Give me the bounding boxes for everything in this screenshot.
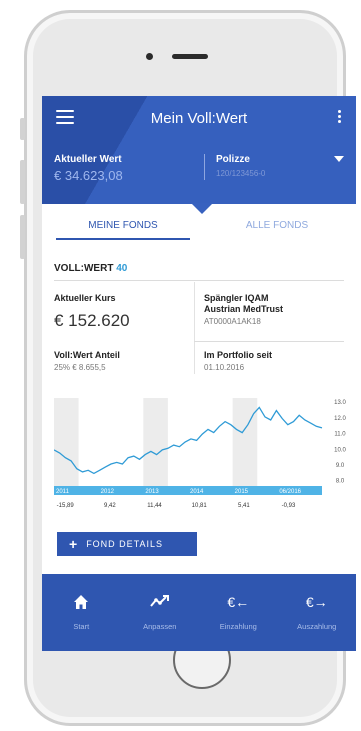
return-label: 9,42 bbox=[104, 503, 116, 509]
return-label: -15,89 bbox=[57, 503, 75, 509]
series-line bbox=[54, 406, 323, 475]
fund-name: Spängler IQAM Austrian MedTrust bbox=[204, 293, 283, 315]
divider bbox=[54, 280, 344, 281]
home-icon bbox=[73, 592, 89, 612]
y-tick-label: 12.0 bbox=[334, 416, 346, 422]
return-label: 5,41 bbox=[238, 503, 250, 509]
app-screen: Mein Voll:Wert Aktueller Wert € 34.623,0… bbox=[42, 96, 356, 651]
tab-all-funds[interactable]: ALLE FONDS bbox=[210, 214, 344, 231]
header-divider bbox=[204, 154, 205, 180]
nav-withdrawal[interactable]: €→ Auszahlung bbox=[278, 574, 357, 651]
price-label: Aktueller Kurs bbox=[54, 293, 116, 303]
nav-adjust[interactable]: Anpassen bbox=[121, 574, 200, 651]
fund-details-button[interactable]: + FOND DETAILS bbox=[57, 532, 197, 556]
volume-up-button bbox=[20, 160, 25, 204]
return-label: 11,44 bbox=[147, 503, 162, 509]
mute-switch bbox=[20, 118, 25, 140]
camera bbox=[146, 53, 153, 60]
y-tick-label: 9.0 bbox=[336, 463, 345, 469]
fund-details-label: FOND DETAILS bbox=[86, 539, 164, 549]
x-tick-label: 2013 bbox=[145, 489, 159, 495]
volume-down-button bbox=[20, 215, 25, 259]
more-options-icon[interactable] bbox=[338, 110, 342, 125]
return-label: -0,93 bbox=[282, 503, 296, 509]
chart-column-bg bbox=[232, 398, 258, 486]
fund-name-line1: Spängler IQAM bbox=[204, 293, 269, 303]
y-tick-label: 10.0 bbox=[334, 447, 346, 453]
return-label: 10,81 bbox=[192, 503, 208, 509]
deposit-icon: €← bbox=[227, 594, 250, 610]
portfolio-since-label: Im Portfolio seit bbox=[204, 350, 273, 360]
policy-number[interactable]: 120/123456-0 bbox=[216, 169, 265, 178]
page-title: Mein Voll:Wert bbox=[150, 110, 248, 127]
price-value: € 152.620 bbox=[54, 311, 130, 330]
chart-column-bg bbox=[143, 398, 168, 486]
policy-label[interactable]: Polizze bbox=[216, 154, 250, 165]
plus-icon: + bbox=[69, 536, 79, 552]
nav-label-adjust: Anpassen bbox=[143, 622, 177, 631]
x-tick-label: 2014 bbox=[190, 489, 204, 495]
speaker bbox=[172, 54, 208, 59]
chevron-down-icon[interactable] bbox=[334, 156, 344, 162]
x-tick-label: 2011 bbox=[56, 489, 70, 495]
bottom-nav: Start Anpassen €← Einzahlung €→ Auszahlu… bbox=[42, 574, 356, 651]
performance-chart: 13.0 12.0 11.0 10.0 9.0 8.0 2011 2012 2013 2014 20… bbox=[54, 398, 346, 509]
current-value-amount: € 34.623,08 bbox=[54, 168, 123, 183]
x-tick-label: 2015 bbox=[235, 489, 249, 495]
nav-label-deposit: Einzahlung bbox=[219, 622, 257, 631]
x-tick-label: 06/2016 bbox=[279, 489, 301, 495]
tab-my-funds[interactable]: MEINE FONDS bbox=[56, 214, 190, 240]
nav-label-withdrawal: Auszahlung bbox=[297, 622, 337, 631]
header: Mein Voll:Wert Aktueller Wert € 34.623,0… bbox=[42, 96, 356, 204]
adjust-icon bbox=[149, 592, 170, 612]
share-label: Voll:Wert Anteil bbox=[54, 350, 120, 360]
section-title-text: VOLL:WERT bbox=[54, 263, 114, 274]
nav-label-start: Start bbox=[73, 622, 90, 631]
y-tick-label: 11.0 bbox=[334, 432, 346, 438]
nav-deposit[interactable]: €← Einzahlung bbox=[199, 574, 278, 651]
y-tick-label: 13.0 bbox=[334, 400, 346, 406]
x-tick-label: 2012 bbox=[101, 489, 115, 495]
header-pointer bbox=[191, 203, 213, 214]
section-count: 40 bbox=[116, 263, 128, 274]
share-value: 25% € 8.655,5 bbox=[54, 363, 106, 372]
fund-tabs: MEINE FONDS ALLE FONDS bbox=[42, 214, 356, 242]
divider bbox=[194, 341, 344, 342]
withdrawal-icon: €→ bbox=[305, 594, 328, 610]
column-divider bbox=[194, 282, 195, 374]
fund-isin: AT0000A1AK18 bbox=[204, 317, 261, 326]
chart-column-bg bbox=[54, 398, 79, 486]
current-value-label: Aktueller Wert bbox=[54, 154, 122, 165]
section-title: VOLL:WERT 40 bbox=[54, 263, 127, 274]
fund-name-line2: Austrian MedTrust bbox=[204, 304, 284, 314]
y-tick-label: 8.0 bbox=[336, 479, 345, 485]
portfolio-since-value: 01.10.2016 bbox=[204, 363, 245, 372]
nav-start[interactable]: Start bbox=[42, 574, 121, 651]
